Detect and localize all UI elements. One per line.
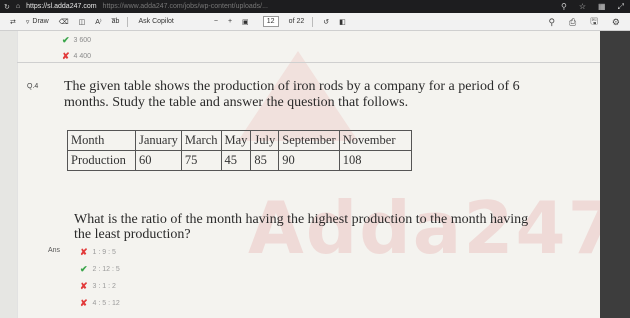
- left-margin: [0, 31, 17, 318]
- zoom-out-button[interactable]: −: [214, 18, 218, 25]
- fit-page-icon[interactable]: ▣: [242, 18, 249, 26]
- draw-label: Draw: [32, 18, 49, 25]
- pdf-toolbar: ⇄ ▿ Draw ⌫ ◫ A⁾ a̅b Ask Copilot − + ▣ 12…: [0, 13, 630, 31]
- answer-option-1: ✘ 1 : 9 : 5: [80, 247, 116, 258]
- table-cell: July: [250, 130, 280, 151]
- production-table: Month January March May July September N…: [67, 130, 412, 171]
- search-icon[interactable]: ⚲: [561, 2, 567, 11]
- cross-icon: ✘: [62, 51, 70, 61]
- question-text: The given table shows the production of …: [64, 79, 520, 110]
- print-icon[interactable]: ⎙: [569, 17, 576, 28]
- answer-option-4: ✘ 4 : 5 : 12: [80, 298, 120, 309]
- cross-icon: ✘: [80, 281, 88, 291]
- question-number: Q.4: [27, 83, 39, 90]
- settings-icon[interactable]: ⚙: [612, 17, 620, 28]
- answer-option-text: 4 : 5 : 12: [92, 300, 120, 307]
- section-divider: [17, 62, 600, 63]
- table-cell: 90: [278, 150, 340, 171]
- answer-option-text: 3 : 1 : 2: [92, 283, 116, 290]
- table-header-row: Month January March May July September N…: [67, 130, 412, 151]
- prev-option-1: ✔ 3 600: [62, 35, 91, 46]
- table-cell: January: [135, 130, 182, 151]
- cross-icon: ✘: [80, 298, 88, 308]
- toolbar-divider: [127, 16, 129, 27]
- rotate-icon[interactable]: ↺: [323, 18, 329, 26]
- table-cell: September: [278, 130, 340, 151]
- table-cell: 60: [135, 150, 182, 171]
- check-icon: ✔: [62, 35, 70, 45]
- cross-icon: ✘: [80, 247, 88, 257]
- draw-button[interactable]: ▿ Draw: [26, 18, 49, 26]
- address-url-rest[interactable]: https://www.adda247.com/jobs/wp-content/…: [103, 3, 268, 10]
- answer-option-2: ✔ 2 : 12 : 5: [80, 264, 120, 275]
- right-scroll-area[interactable]: [600, 31, 630, 318]
- erase-icon[interactable]: ⌫: [59, 18, 69, 26]
- read-aloud-button[interactable]: A⁾: [95, 18, 101, 26]
- save-icon[interactable]: 🖫: [590, 14, 598, 30]
- table-cell: March: [180, 130, 222, 151]
- expand-icon[interactable]: ⤢: [618, 2, 624, 12]
- collections-icon[interactable]: ▦: [598, 2, 606, 11]
- browser-actions: ⚲ ☆ ▦ ⤢: [561, 0, 624, 13]
- toolbar-right: ⚲ ⎙ 🖫 ⚙: [548, 13, 620, 31]
- table-cell: November: [338, 130, 412, 151]
- reload-icon[interactable]: ↻: [4, 3, 10, 11]
- prev-option-2: ✘ 4 400: [62, 51, 91, 62]
- table-cell: Month: [67, 130, 136, 151]
- text-options-button[interactable]: a̅b: [112, 18, 120, 25]
- home-icon[interactable]: ⌂: [16, 3, 20, 10]
- answer-option-text: 2 : 12 : 5: [92, 266, 120, 273]
- find-icon[interactable]: ⚲: [548, 17, 555, 28]
- check-icon: ✔: [80, 264, 88, 274]
- browser-address-bar: ↻ ⌂ https://sl.adda247.com https://www.a…: [0, 0, 630, 13]
- prev-option-text: 3 600: [73, 37, 92, 44]
- favorites-icon[interactable]: ☆: [579, 2, 586, 11]
- table-cell: Production: [67, 150, 136, 171]
- table-cell: 75: [180, 150, 222, 171]
- table-row: Production 60 75 45 85 90 108: [67, 150, 412, 171]
- sub-question-text: What is the ratio of the month having th…: [74, 212, 529, 242]
- table-cell: 85: [250, 150, 280, 171]
- sidebar-toggle-icon[interactable]: ⇄: [10, 18, 16, 26]
- draw-chevron-icon: ▿: [25, 18, 30, 26]
- table-cell: May: [220, 130, 252, 151]
- answer-option-text: 1 : 9 : 5: [92, 249, 116, 256]
- answer-option-3: ✘ 3 : 1 : 2: [80, 281, 116, 292]
- page-number-input[interactable]: 12: [262, 16, 279, 27]
- address-url[interactable]: https://sl.adda247.com: [26, 3, 96, 10]
- page-total: of 22: [288, 18, 305, 25]
- table-cell: 45: [220, 150, 252, 171]
- page-view-icon[interactable]: ◧: [339, 18, 346, 26]
- zoom-in-button[interactable]: +: [228, 18, 232, 25]
- table-cell: 108: [338, 150, 412, 171]
- ask-copilot-button[interactable]: Ask Copilot: [138, 18, 173, 25]
- answer-label: Ans: [48, 247, 61, 254]
- toolbar-divider: [312, 16, 314, 27]
- prev-option-text: 4 400: [73, 53, 92, 60]
- view-icon[interactable]: ◫: [79, 18, 86, 26]
